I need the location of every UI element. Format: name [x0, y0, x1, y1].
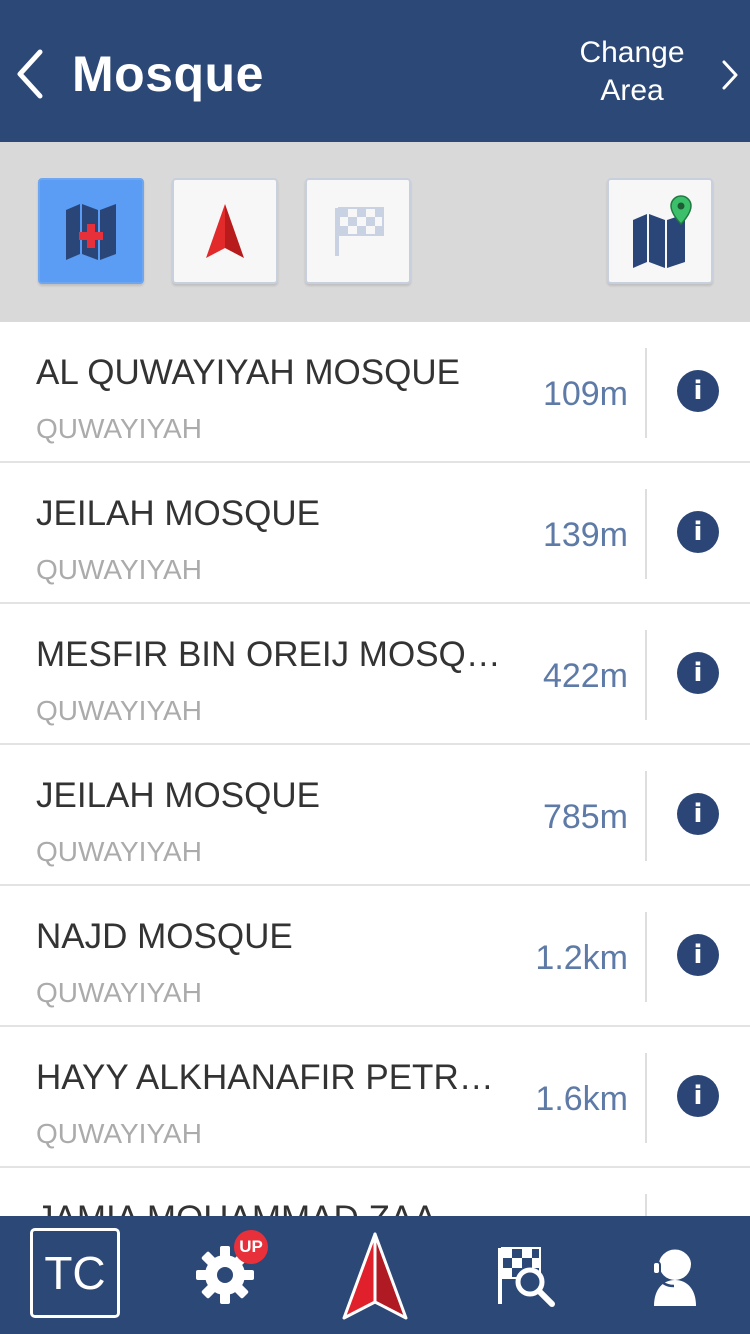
map-plus-icon — [66, 204, 116, 260]
place-area: QUWAYIYAH — [36, 977, 202, 1008]
map-plus-button[interactable] — [38, 178, 144, 284]
navigation-arrow-icon — [342, 1232, 408, 1320]
support-button[interactable] — [600, 1216, 750, 1334]
tc-icon: TC — [30, 1228, 120, 1318]
place-list: AL QUWAYIYAH MOSQUE QUWAYIYAH 109m i JEI… — [0, 322, 750, 1216]
navigation-arrow-icon — [206, 204, 244, 258]
navigation-button[interactable] — [172, 178, 278, 284]
checkered-flag-icon — [335, 207, 384, 256]
support-agent-icon — [652, 1246, 696, 1306]
divider — [645, 1053, 647, 1143]
info-button[interactable]: i — [677, 511, 719, 553]
search-destination-button[interactable] — [450, 1216, 600, 1334]
place-area: QUWAYIYAH — [36, 1118, 202, 1149]
list-item[interactable]: JAMIA MOHAMMAD ZAA… i — [0, 1168, 750, 1216]
info-button[interactable]: i — [677, 934, 719, 976]
back-button[interactable] — [12, 44, 52, 104]
list-item[interactable]: MESFIR BIN OREIJ MOSQ… QUWAYIYAH 422m i — [0, 604, 750, 745]
change-area-line2: Area — [600, 74, 664, 107]
info-button[interactable]: i — [677, 793, 719, 835]
navigation-nav-button[interactable] — [300, 1216, 450, 1334]
place-distance: 139m — [542, 516, 628, 554]
destination-flag-button[interactable] — [305, 178, 411, 284]
place-name: AL QUWAYIYAH MOSQUE — [36, 353, 460, 392]
change-area-label: Change Area — [572, 34, 692, 110]
divider — [645, 348, 647, 438]
change-area-button[interactable]: Change Area — [579, 34, 740, 114]
place-distance: 1.2km — [535, 939, 628, 977]
list-item[interactable]: JEILAH MOSQUE QUWAYIYAH 139m i — [0, 463, 750, 604]
place-name: NAJD MOSQUE — [36, 917, 293, 956]
divider — [645, 489, 647, 579]
update-badge: UP — [234, 1230, 268, 1264]
map-toolbar — [0, 142, 750, 322]
info-button[interactable]: i — [677, 652, 719, 694]
bottom-nav: TC — [0, 1216, 750, 1334]
place-area: QUWAYIYAH — [36, 836, 202, 867]
list-item[interactable]: NAJD MOSQUE QUWAYIYAH 1.2km i — [0, 886, 750, 1027]
map-pin-icon — [633, 195, 692, 268]
chevron-right-icon — [722, 60, 738, 90]
place-distance: 422m — [542, 657, 628, 695]
info-button[interactable]: i — [677, 370, 719, 412]
page-title: Mosque — [72, 46, 264, 102]
place-distance: 785m — [542, 798, 628, 836]
place-name: HAYY ALKHANAFIR PETR… — [36, 1058, 494, 1097]
change-area-line1: Change — [579, 36, 685, 69]
list-item[interactable]: HAYY ALKHANAFIR PETR… QUWAYIYAH 1.6km i — [0, 1027, 750, 1168]
place-area: QUWAYIYAH — [36, 554, 202, 585]
place-area: QUWAYIYAH — [36, 695, 202, 726]
divider — [645, 630, 647, 720]
list-item[interactable]: AL QUWAYIYAH MOSQUE QUWAYIYAH 109m i — [0, 322, 750, 463]
header-bar: Mosque Change Area — [0, 0, 750, 142]
place-distance: 1.6km — [535, 1080, 628, 1118]
tc-button[interactable]: TC — [0, 1216, 150, 1334]
list-item[interactable]: JEILAH MOSQUE QUWAYIYAH 785m i — [0, 745, 750, 886]
map-view-button[interactable] — [607, 178, 713, 284]
settings-button[interactable] — [150, 1216, 300, 1334]
place-distance: 109m — [542, 375, 628, 413]
search-flag-icon — [498, 1247, 555, 1307]
divider — [645, 1194, 647, 1216]
info-button[interactable]: i — [677, 1075, 719, 1117]
place-name: JEILAH MOSQUE — [36, 494, 320, 533]
place-name: MESFIR BIN OREIJ MOSQ… — [36, 635, 501, 674]
place-name: JAMIA MOHAMMAD ZAA… — [36, 1198, 522, 1216]
divider — [645, 912, 647, 1002]
divider — [645, 771, 647, 861]
place-area: QUWAYIYAH — [36, 413, 202, 444]
chevron-left-icon — [17, 49, 43, 99]
place-name: JEILAH MOSQUE — [36, 776, 320, 815]
